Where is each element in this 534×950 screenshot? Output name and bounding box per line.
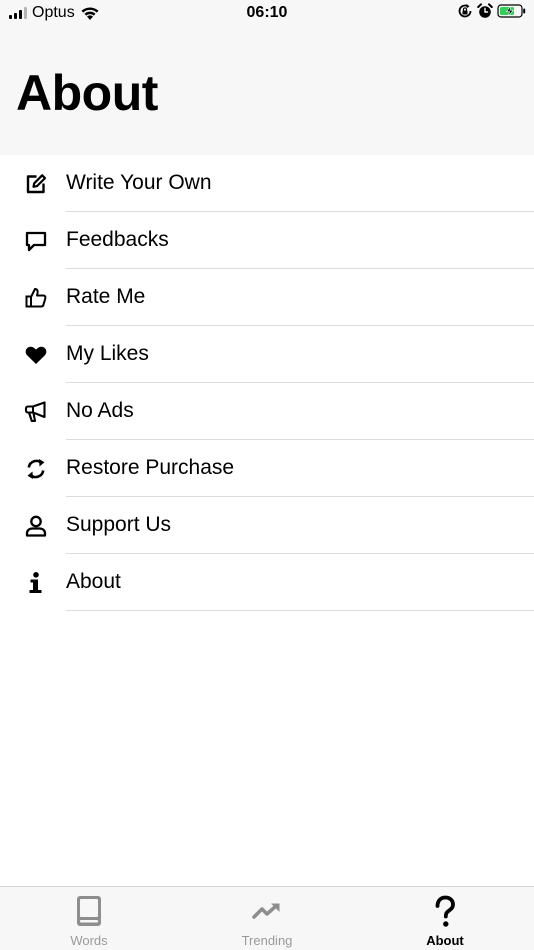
book-icon (77, 896, 101, 926)
battery-charging-icon (497, 4, 526, 18)
menu-item-label: Write Your Own (66, 171, 212, 194)
about-menu: Write Your Own Feedbacks Rate Me My Like… (0, 155, 534, 611)
tab-label: Words (70, 933, 108, 948)
menu-item-restore-purchase[interactable]: Restore Purchase (0, 440, 534, 497)
tab-words[interactable]: Words (0, 887, 178, 950)
menu-item-my-likes[interactable]: My Likes (0, 326, 534, 383)
menu-item-label: No Ads (66, 399, 134, 422)
status-time: 06:10 (246, 4, 288, 21)
orientation-lock-icon (458, 4, 472, 18)
tab-label: Trending (241, 933, 293, 948)
menu-item-rate-me[interactable]: Rate Me (0, 269, 534, 326)
tab-trending[interactable]: Trending (178, 887, 356, 950)
refresh-icon (27, 459, 45, 479)
header: About (0, 28, 534, 155)
menu-item-about[interactable]: About (0, 554, 534, 611)
megaphone-icon (24, 401, 46, 423)
menu-item-feedbacks[interactable]: Feedbacks (0, 212, 534, 269)
tab-label: About (426, 933, 464, 948)
edit-icon (26, 174, 47, 194)
info-icon (29, 572, 42, 593)
question-icon (435, 895, 455, 927)
page-title: About (16, 65, 158, 121)
menu-item-write-your-own[interactable]: Write Your Own (0, 155, 534, 212)
status-bar: Optus 06:10 (0, 0, 534, 28)
tab-about[interactable]: About (356, 887, 534, 950)
thumbs-up-icon (25, 288, 47, 308)
separator (66, 610, 534, 611)
chat-bubble-icon (25, 231, 47, 252)
alarm-icon (477, 3, 493, 18)
menu-item-support-us[interactable]: Support Us (0, 497, 534, 554)
menu-item-label: My Likes (66, 342, 149, 365)
menu-item-label: Feedbacks (66, 228, 169, 251)
menu-item-no-ads[interactable]: No Ads (0, 383, 534, 440)
menu-item-label: About (66, 570, 121, 593)
trending-icon (252, 903, 280, 919)
menu-item-label: Support Us (66, 513, 172, 536)
menu-item-label: Restore Purchase (66, 456, 235, 479)
tab-bar: Words Trending About (0, 886, 534, 950)
user-icon (25, 515, 47, 537)
status-right (457, 3, 527, 19)
heart-icon (25, 346, 47, 364)
menu-item-label: Rate Me (66, 285, 146, 308)
